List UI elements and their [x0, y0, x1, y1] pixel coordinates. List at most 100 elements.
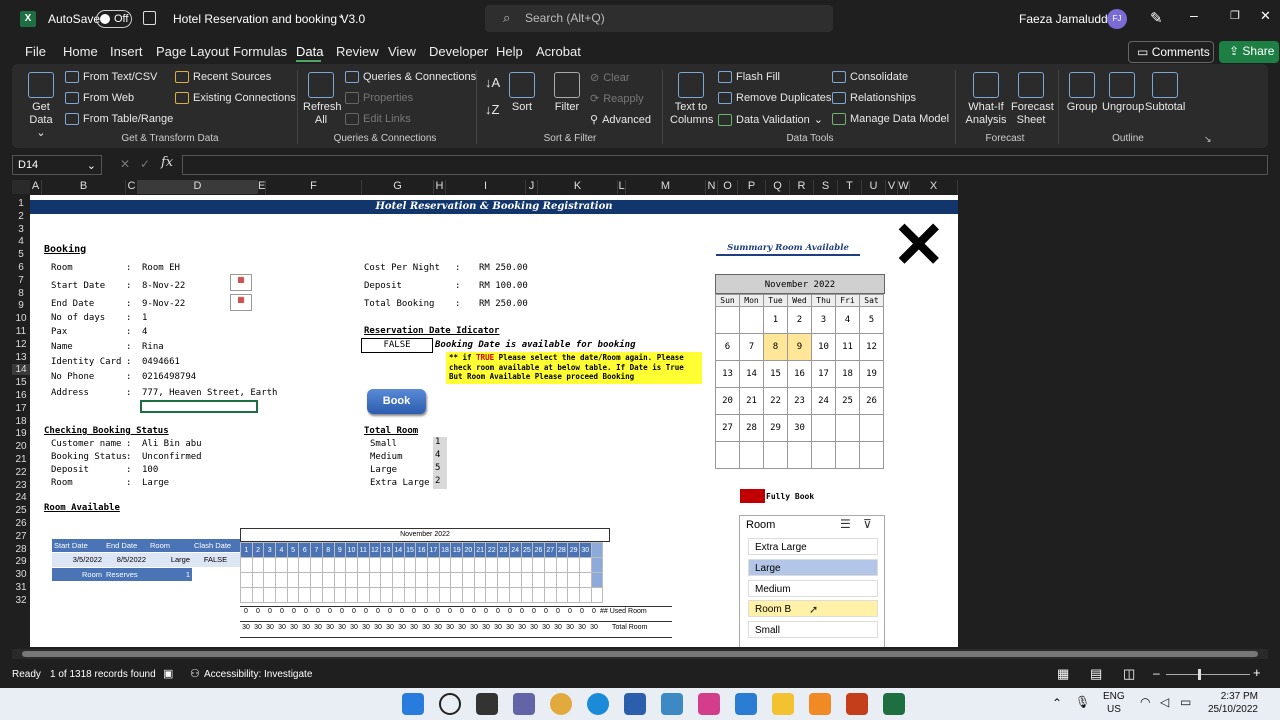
page-layout-icon[interactable]: ▤: [1090, 666, 1102, 682]
row-header-30[interactable]: 30: [12, 569, 30, 580]
column-header-h[interactable]: H: [434, 180, 446, 194]
column-header-i[interactable]: I: [446, 180, 526, 194]
column-header-k[interactable]: K: [538, 180, 618, 194]
calendar-day[interactable]: [739, 306, 764, 334]
calendar-day[interactable]: [835, 414, 860, 442]
calendar-day[interactable]: 16: [787, 360, 812, 388]
calendar-day[interactable]: [811, 414, 836, 442]
row-header-21[interactable]: 21: [12, 454, 30, 465]
from-text-button[interactable]: From Text/CSV: [65, 71, 157, 83]
comments-button[interactable]: ▭ Comments: [1128, 41, 1214, 63]
menu-acrobat[interactable]: Acrobat: [536, 44, 581, 59]
booking-value[interactable]: 9-Nov-22: [142, 299, 185, 309]
calendar-day[interactable]: 11: [835, 333, 860, 361]
column-header-q[interactable]: Q: [766, 180, 790, 194]
column-header-w[interactable]: W: [898, 180, 910, 194]
calendar-day[interactable]: 8: [763, 333, 788, 361]
consolidate-button[interactable]: Consolidate: [832, 71, 908, 83]
autosave-toggle[interactable]: Off: [96, 10, 132, 28]
column-header-p[interactable]: P: [738, 180, 766, 194]
chevron-up-icon[interactable]: ⌃: [1052, 696, 1062, 710]
booking-value[interactable]: 0494661: [142, 357, 180, 367]
cancel-formula-icon[interactable]: ✕: [120, 157, 130, 171]
row-header-19[interactable]: 19: [12, 428, 30, 439]
booking-value[interactable]: 8-Nov-22: [142, 281, 185, 291]
slicer-item-small[interactable]: Small: [748, 621, 878, 639]
calendar-day[interactable]: [859, 414, 884, 442]
calendar-day[interactable]: 18: [835, 360, 860, 388]
user-name[interactable]: Faeza Jamaluddin: [1019, 12, 1117, 26]
column-header-b[interactable]: B: [42, 180, 126, 194]
calendar-day[interactable]: [835, 441, 860, 469]
calendar-day[interactable]: 30: [787, 414, 812, 442]
calendar-day[interactable]: 21: [739, 387, 764, 415]
column-header-g[interactable]: G: [362, 180, 434, 194]
task-view-icon[interactable]: [476, 693, 498, 715]
row-header-22[interactable]: 22: [12, 467, 30, 478]
sort-az-button[interactable]: ↓A: [485, 75, 500, 90]
row-header-10[interactable]: 10: [12, 313, 30, 324]
name-box[interactable]: D14 ⌄: [12, 155, 102, 175]
row-header-18[interactable]: 18: [12, 416, 30, 427]
calendar-day[interactable]: 20: [715, 387, 740, 415]
todo-icon[interactable]: [735, 693, 757, 715]
booking-value[interactable]: 777, Heaven Street, Earth: [142, 388, 277, 398]
row-header-12[interactable]: 12: [12, 339, 30, 350]
pen-icon[interactable]: ✎: [1150, 9, 1163, 27]
sort-button[interactable]: Sort: [509, 72, 535, 114]
row-header-32[interactable]: 32: [12, 595, 30, 606]
menu-file[interactable]: File: [25, 44, 46, 59]
clock-time[interactable]: 2:37 PM: [1206, 691, 1258, 702]
teams-icon[interactable]: [513, 693, 535, 715]
column-header-a[interactable]: A: [30, 180, 42, 194]
menu-view[interactable]: View: [388, 44, 416, 59]
calendar-day[interactable]: 22: [763, 387, 788, 415]
row-header-17[interactable]: 17: [12, 403, 30, 414]
ungroup-button[interactable]: Ungroup: [1102, 72, 1144, 114]
calendar-day[interactable]: 23: [787, 387, 812, 415]
calendar-day[interactable]: [739, 441, 764, 469]
row-header-27[interactable]: 27: [12, 531, 30, 542]
calendar-day[interactable]: 26: [859, 387, 884, 415]
row-header-7[interactable]: 7: [12, 275, 30, 286]
chevron-down-icon[interactable]: ⌄: [337, 10, 345, 21]
column-header-x[interactable]: X: [910, 180, 958, 194]
clock-date[interactable]: 25/10/2022: [1206, 704, 1258, 715]
edit-links-button[interactable]: Edit Links: [345, 113, 411, 125]
calendar-day[interactable]: [715, 306, 740, 334]
calendar-picker-icon[interactable]: ▦: [230, 274, 252, 291]
column-header-e[interactable]: E: [258, 180, 266, 194]
row-header-26[interactable]: 26: [12, 518, 30, 529]
refresh-all-button[interactable]: Refresh All: [303, 72, 342, 127]
flash-fill-button[interactable]: Flash Fill: [718, 71, 780, 83]
remove-duplicates-button[interactable]: Remove Duplicates: [718, 92, 831, 104]
calendar-day[interactable]: 9: [787, 333, 812, 361]
calendar-day[interactable]: 17: [811, 360, 836, 388]
booking-value[interactable]: 4: [142, 327, 147, 337]
select-all-corner[interactable]: [12, 180, 30, 194]
properties-button[interactable]: Properties: [345, 92, 413, 104]
row-header-6[interactable]: 6: [12, 262, 30, 273]
calendar-day[interactable]: 1: [763, 306, 788, 334]
row-header-20[interactable]: 20: [12, 441, 30, 452]
column-header-f[interactable]: F: [266, 180, 362, 194]
room-slicer[interactable]: Room ☰ ⊽ Extra Large Large Medium Room B Sma…: [739, 515, 885, 647]
status-accessibility[interactable]: Accessibility: Investigate: [204, 669, 312, 680]
row-header-13[interactable]: 13: [12, 352, 30, 363]
row-header-24[interactable]: 24: [12, 492, 30, 503]
calendar-day[interactable]: 29: [763, 414, 788, 442]
column-header-r[interactable]: R: [790, 180, 814, 194]
multi-select-icon[interactable]: ☰: [840, 517, 851, 531]
book-button[interactable]: Book: [367, 389, 426, 414]
macro-record-icon[interactable]: ▣: [163, 667, 173, 680]
sort-za-button[interactable]: ↓Z: [485, 102, 499, 117]
instagram-icon[interactable]: [698, 693, 720, 715]
calendar-day[interactable]: [763, 441, 788, 469]
menu-help[interactable]: Help: [496, 44, 523, 59]
column-header-v[interactable]: V: [886, 180, 898, 194]
row-header-5[interactable]: 5: [12, 249, 30, 260]
row-header-1[interactable]: 1: [12, 198, 30, 209]
calendar-day[interactable]: [715, 441, 740, 469]
relationships-button[interactable]: Relationships: [832, 92, 916, 104]
what-if-button[interactable]: What-If Analysis: [960, 72, 1012, 127]
